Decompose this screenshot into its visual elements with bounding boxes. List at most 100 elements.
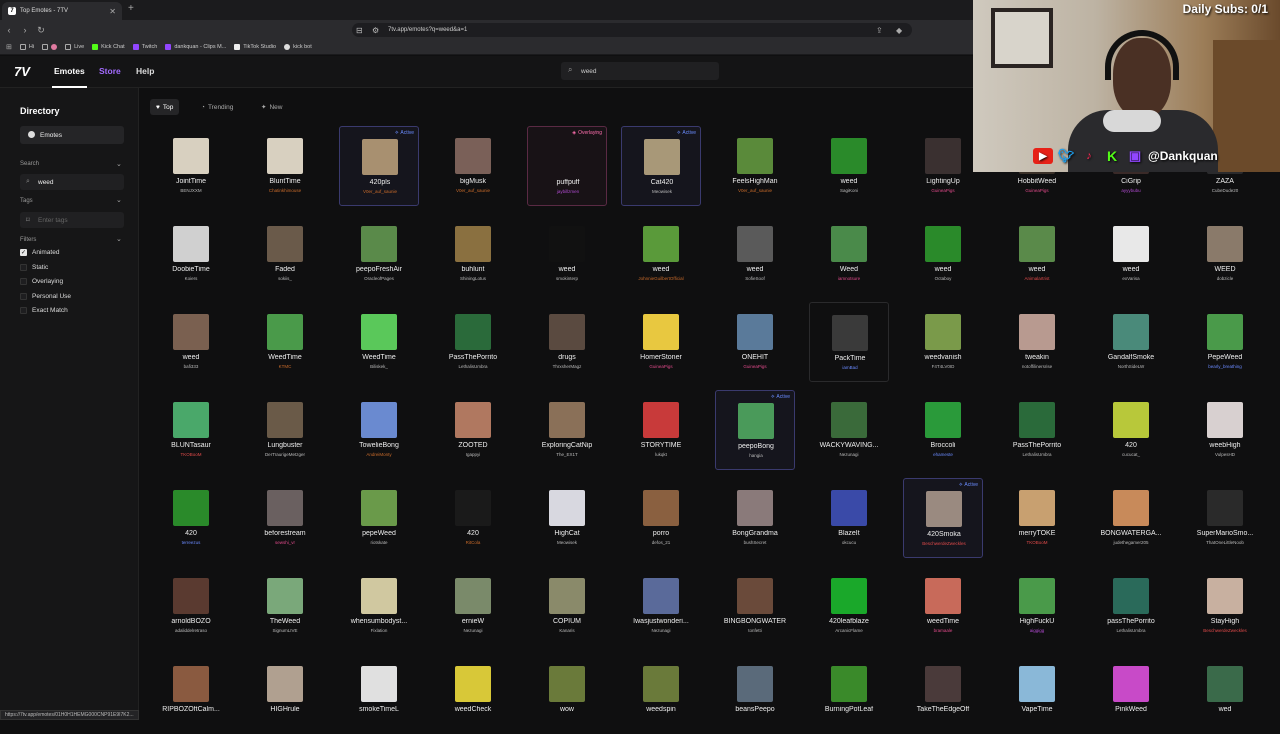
emote-author[interactable]: hangia: [716, 453, 796, 458]
emote-card[interactable]: weed SagiKoni: [809, 126, 889, 206]
emote-card[interactable]: HIGHrule: [245, 654, 325, 734]
emote-card[interactable]: TowelieBong AndreiMonty: [339, 390, 419, 470]
emote-author[interactable]: Kanaris: [527, 628, 607, 633]
emote-author[interactable]: OracleofPages: [339, 276, 419, 281]
emote-author[interactable]: GuineaPigs: [997, 188, 1077, 193]
emote-card[interactable]: ZOOTED Igappyi: [433, 390, 513, 470]
checkbox[interactable]: [20, 307, 27, 314]
emote-author[interactable]: Fixlation: [339, 628, 419, 633]
emote-card[interactable]: Broccoli ehameste: [903, 390, 983, 470]
emote-card[interactable]: COPIUM Kanaris: [527, 566, 607, 646]
emote-author[interactable]: GuineaPigs: [715, 364, 795, 369]
emote-author[interactable]: jaybillzmen: [528, 189, 608, 194]
emote-author[interactable]: BeschwerdeZweckles: [1185, 628, 1265, 633]
emote-card[interactable]: PackTime iamBad: [809, 302, 889, 382]
emote-author[interactable]: Nezunagi: [809, 452, 889, 457]
emote-author[interactable]: judethegamer205: [1091, 540, 1171, 545]
emote-card[interactable]: 420leafblaze ArcanicFlame: [809, 566, 889, 646]
filter-animated[interactable]: ✓ Animated: [20, 249, 59, 256]
tags-input[interactable]: ⌑ Enter tags: [20, 212, 124, 228]
emote-author[interactable]: Koiers: [151, 276, 231, 281]
bookmark-kick-chat[interactable]: Kick Chat: [92, 44, 125, 50]
emote-card[interactable]: HighFuckU aiggigg: [997, 566, 1077, 646]
url-field[interactable]: ⊟ ⚙ 7tv.app/emotes?q=weed&a=1 ⇪ ◆: [352, 23, 912, 37]
emote-card[interactable]: beforestream sewshi_vr: [245, 478, 325, 558]
emote-author[interactable]: GuineaPigs: [621, 364, 701, 369]
emote-author[interactable]: Animalartrist: [997, 276, 1077, 281]
bookmark-hi[interactable]: Hi: [19, 44, 34, 50]
emote-card[interactable]: TakeTheEdgeOff: [903, 654, 983, 734]
emote-author[interactable]: sewshi_vr: [245, 540, 325, 545]
emote-author[interactable]: Chatinkhimouse: [245, 188, 325, 193]
emote-card[interactable]: weed SofieSoof: [715, 214, 795, 294]
emote-author[interactable]: okcucu: [809, 540, 889, 545]
emote-author[interactable]: LethalisUmbra: [997, 452, 1077, 457]
emote-card[interactable]: BlazeIt okcucu: [809, 478, 889, 558]
filter-overlaying[interactable]: Overlaying: [20, 278, 63, 285]
emote-author[interactable]: bushSecret: [715, 540, 795, 545]
emote-author[interactable]: sokiis_: [245, 276, 325, 281]
checkbox[interactable]: ✓: [20, 249, 27, 256]
emote-author[interactable]: aiggigg: [997, 628, 1077, 633]
new-tab-icon[interactable]: +: [128, 3, 134, 14]
emote-author[interactable]: ShiningLotus: [433, 276, 513, 281]
emote-card[interactable]: PassThePorrito LethalisUmbra: [997, 390, 1077, 470]
emote-author[interactable]: The_EX1T: [527, 452, 607, 457]
filter-top[interactable]: ♥ Top: [150, 99, 180, 115]
emote-author[interactable]: notoffilinersrise: [997, 364, 1077, 369]
checkbox[interactable]: [20, 292, 27, 300]
emote-card[interactable]: ONEHIT GuineaPigs: [715, 302, 795, 382]
filter-new[interactable]: ✦ New: [255, 99, 288, 115]
emote-card[interactable]: bigMusk V0er_auf_saunie: [433, 126, 513, 206]
emote-author[interactable]: TKOBooM: [151, 452, 231, 457]
sidebar-search-input[interactable]: ⌕ weed: [20, 174, 124, 190]
emote-card[interactable]: Lungbuster DerTraurigeMetzger: [245, 390, 325, 470]
emote-author[interactable]: V0er_auf_saunie: [340, 189, 420, 194]
bookmark-kick-bot[interactable]: kick bot: [284, 44, 312, 50]
emote-author[interactable]: Biliskek_: [339, 364, 419, 369]
emote-author[interactable]: terreezus: [151, 540, 231, 545]
emote-author[interactable]: JohnnieGuilbertOfficial: [621, 276, 701, 281]
emote-card[interactable]: ⟡ Active Cat420 Meowisek: [621, 126, 701, 206]
bookmark-page-icon[interactable]: ⊟: [356, 26, 363, 35]
emote-card[interactable]: ernieW Nezunagi: [433, 566, 513, 646]
bookmark-twitch[interactable]: Twitch: [132, 44, 157, 50]
emote-card[interactable]: JointTime BENJXXM: [151, 126, 231, 206]
share-icon[interactable]: ⇪: [876, 26, 883, 35]
emote-card[interactable]: SuperMarioSmo... ThatOneLittleNoob: [1185, 478, 1265, 558]
emote-author[interactable]: V0er_auf_saunie: [715, 188, 795, 193]
nav-emotes[interactable]: Emotes: [52, 66, 87, 88]
emote-author[interactable]: smokinterp: [527, 276, 607, 281]
emote-card[interactable]: drugs ThrxsherMagz: [527, 302, 607, 382]
emote-card[interactable]: ⟡ Active 420pls V0er_auf_saunie: [339, 126, 419, 206]
emote-card[interactable]: LightingUp GuineaPigs: [903, 126, 983, 206]
emote-card[interactable]: PinkWeed: [1091, 654, 1171, 734]
emote-card[interactable]: ⟡ Active 420Smoka BeschwerdeZweckles: [903, 478, 983, 558]
browser-tab[interactable]: 7 Top Emotes - 7TV ✕: [2, 2, 122, 20]
emote-card[interactable]: BluntTime Chatinkhimouse: [245, 126, 325, 206]
sidebar-item-emotes[interactable]: Emotes: [20, 126, 124, 144]
emote-author[interactable]: bramaale: [903, 628, 983, 633]
emote-author[interactable]: adaliddelretraso: [151, 628, 231, 633]
emote-author[interactable]: LethalisUmbra: [1091, 628, 1171, 633]
emote-author[interactable]: ayyybubu: [1091, 188, 1171, 193]
bookmark-dankquan-clips[interactable]: dankquan - Clips M...: [165, 44, 226, 50]
emote-author[interactable]: ehameste: [903, 452, 983, 457]
emote-card[interactable]: 420 RitCola: [433, 478, 513, 558]
emote-author[interactable]: Nezunagi: [621, 628, 701, 633]
emote-card[interactable]: TheWeed SignumLIVE: [245, 566, 325, 646]
emote-author[interactable]: bearly_breathing: [1185, 364, 1265, 369]
emote-author[interactable]: iamnotsure: [809, 276, 889, 281]
emote-author[interactable]: TKOBooM: [997, 540, 1077, 545]
chevron-down-icon[interactable]: ⌄: [116, 235, 122, 243]
emote-card[interactable]: WACKYWAVING... Nezunagi: [809, 390, 889, 470]
reload-icon[interactable]: ↻: [34, 25, 48, 36]
emote-card[interactable]: smokeTimeL: [339, 654, 419, 734]
emote-author[interactable]: BeschwerdeZweckles: [904, 541, 984, 546]
emote-card[interactable]: FeelsHighMan V0er_auf_saunie: [715, 126, 795, 206]
emote-author[interactable]: CubeDude20: [1185, 188, 1265, 193]
emote-card[interactable]: weed JohnnieGuilbertOfficial: [621, 214, 701, 294]
bookmark-tiktok-studio[interactable]: TikTok Studio: [234, 44, 276, 50]
emote-card[interactable]: BLUNTasaur TKOBooM: [151, 390, 231, 470]
emote-card[interactable]: 420 terreezus: [151, 478, 231, 558]
